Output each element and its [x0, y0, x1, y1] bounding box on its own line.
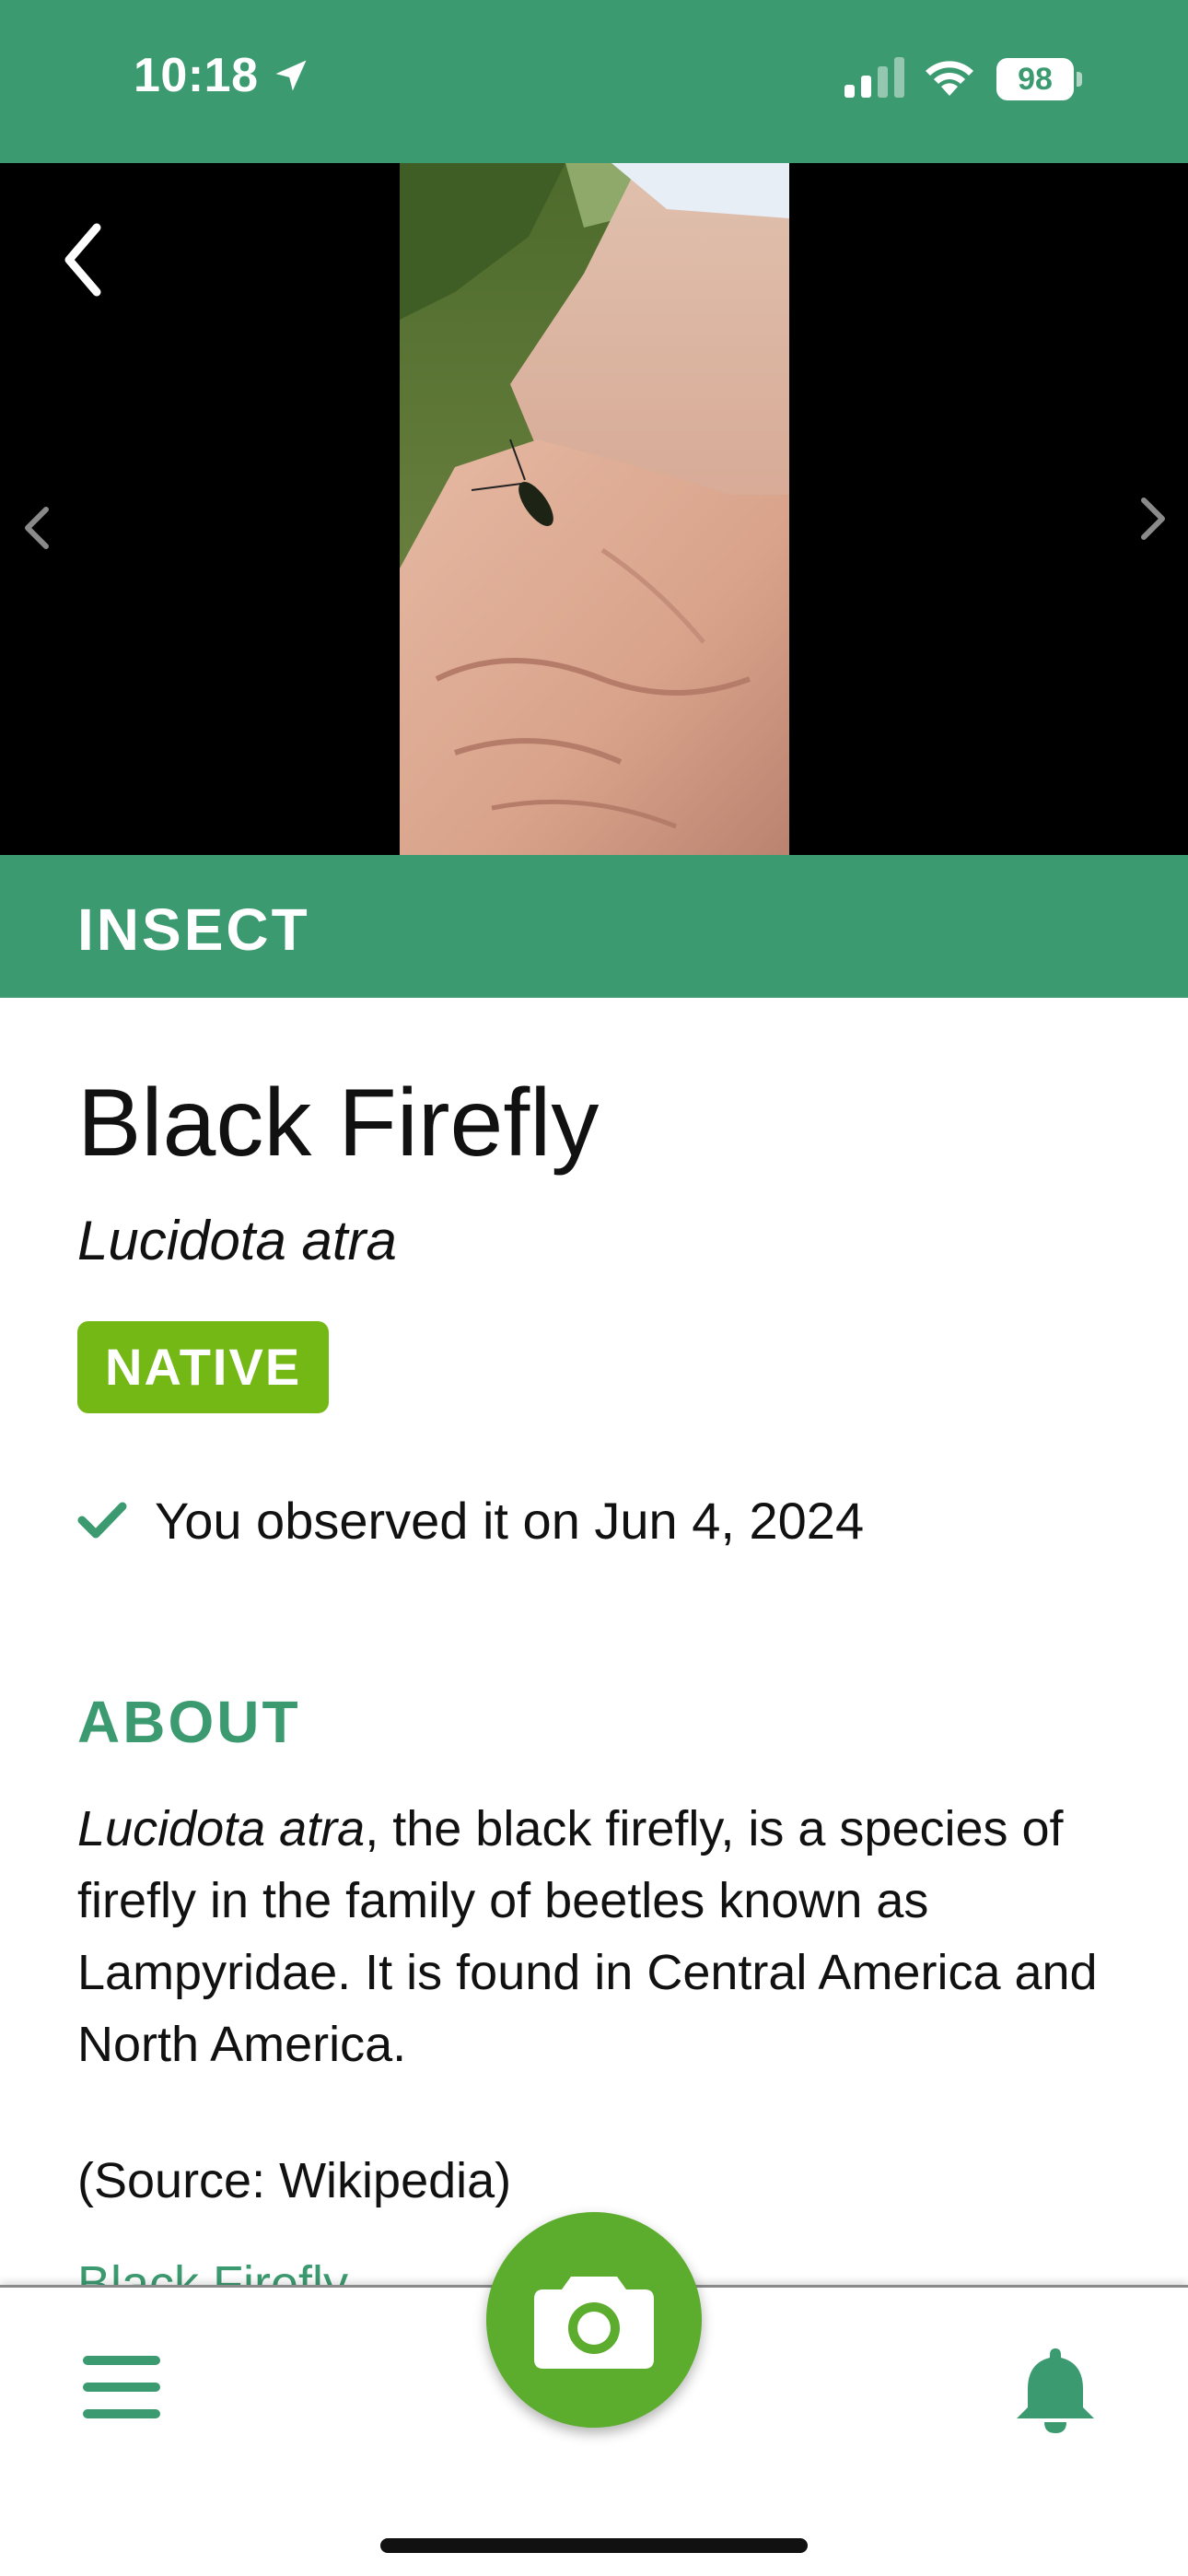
status-bar: 10:18 98 [0, 0, 1188, 163]
location-arrow-icon [275, 60, 307, 91]
category-label: INSECT [77, 896, 310, 963]
home-indicator [380, 2538, 808, 2553]
native-status-badge: NATIVE [77, 1321, 330, 1413]
about-description: Lucidota atra, the black firefly, is a s… [77, 1793, 1127, 2080]
about-scientific-name: Lucidota atra [77, 1801, 366, 1856]
bottom-nav-bar [0, 2212, 1188, 2576]
battery-indicator: 98 [996, 58, 1082, 100]
observed-date-text: You observed it on Jun 4, 2024 [155, 1492, 865, 1550]
bell-icon[interactable] [1013, 2345, 1098, 2435]
hamburger-menu-icon[interactable] [81, 2352, 162, 2422]
source-attribution: (Source: Wikipedia) [77, 2153, 512, 2208]
species-scientific-name: Lucidota atra [77, 1210, 397, 1271]
camera-icon [534, 2277, 654, 2369]
wifi-icon [926, 61, 973, 96]
battery-cap [1077, 72, 1082, 87]
next-photo-chevron-icon[interactable] [1135, 493, 1171, 544]
about-heading: ABOUT [77, 1689, 301, 1755]
status-time: 10:18 [134, 49, 259, 102]
previous-photo-chevron-icon[interactable] [18, 502, 55, 554]
cellular-signal-icon [844, 57, 904, 98]
back-chevron-icon[interactable] [55, 218, 111, 301]
battery-level: 98 [996, 58, 1074, 100]
observation-photo[interactable] [400, 163, 789, 855]
category-banner: INSECT [0, 855, 1188, 998]
camera-button[interactable] [486, 2212, 702, 2428]
photo-carousel[interactable] [0, 163, 1188, 855]
species-common-name: Black Firefly [77, 1070, 600, 1177]
checkmark-icon [77, 1502, 127, 1539]
